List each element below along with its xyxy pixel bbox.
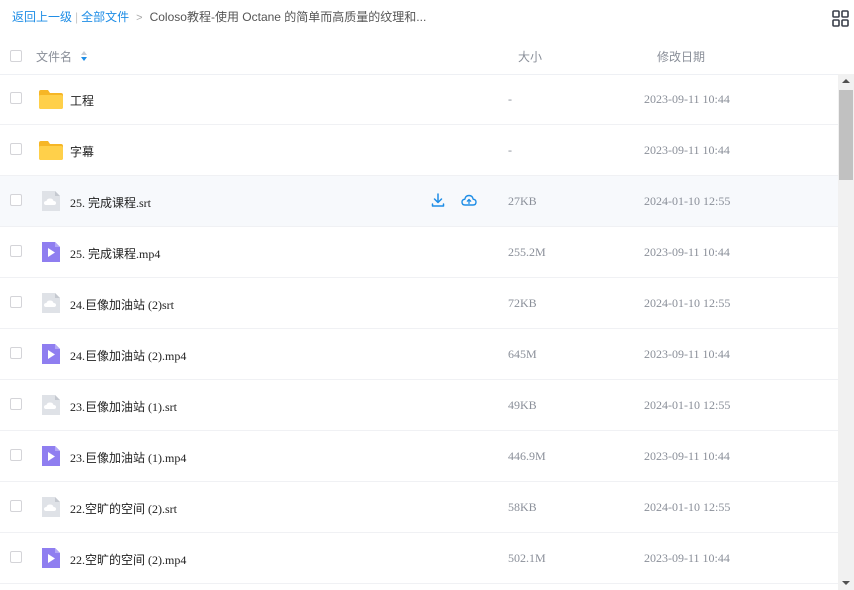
all-files-link[interactable]: 全部文件 [81,10,129,24]
file-modified-date: 2023-09-11 10:44 [644,143,730,157]
row-checkbox[interactable] [10,449,22,461]
file-name[interactable]: 23.巨像加油站 (1).srt [70,398,177,415]
column-header-size[interactable]: 大小 [518,48,542,65]
file-name[interactable]: 22.空旷的空间 (2).srt [70,500,177,517]
video-file-icon [38,342,64,366]
current-folder-title: Coloso教程-使用 Octane 的简单而高质量的纹理和... [149,10,427,24]
file-name[interactable]: 25. 完成课程.srt [70,194,151,211]
cloud-file-icon [38,495,64,519]
file-modified-date: 2024-01-10 12:55 [644,398,731,412]
file-row[interactable]: 22.空旷的空间 (2).srt 58KB 2024-01-10 12:55 [0,482,838,533]
list-header: 文件名 大小 修改日期 [0,34,838,75]
grid-view-icon[interactable] [832,10,849,27]
file-name[interactable]: 工程 [70,92,94,109]
file-size: 58KB [508,500,537,514]
folder-icon [38,138,64,162]
breadcrumb: 返回上一级 | 全部文件 > Coloso教程-使用 Octane 的简单而高质量的纹理… [12,10,426,25]
row-checkbox[interactable] [10,500,22,512]
cloud-file-icon [38,393,64,417]
row-checkbox[interactable] [10,194,22,206]
video-file-icon [38,444,64,468]
video-file-icon [38,546,64,570]
file-row[interactable]: 25. 完成课程.srt 27KB 2024-01-10 12:55 [0,176,838,227]
file-row[interactable]: 字幕 - 2023-09-11 10:44 [0,125,838,176]
column-header-date[interactable]: 修改日期 [657,48,705,65]
column-header-name[interactable]: 文件名 [36,48,72,65]
top-bar: 返回上一级 | 全部文件 > Coloso教程-使用 Octane 的简单而高质量的纹理… [0,0,854,34]
file-modified-date: 2024-01-10 12:55 [644,194,731,208]
file-name[interactable]: 25. 完成课程.mp4 [70,245,160,262]
row-checkbox[interactable] [10,143,22,155]
file-size: - [508,143,512,157]
scrollbar-thumb[interactable] [839,90,853,180]
file-modified-date: 2023-09-11 10:44 [644,245,730,259]
cloud-file-icon [38,189,64,213]
download-icon[interactable] [430,192,446,208]
file-list: 工程 -2023-09-11 10:44 字幕 -2023-09-11 10:44 25… [0,74,838,584]
row-checkbox[interactable] [10,347,22,359]
file-modified-date: 2023-09-11 10:44 [644,347,730,361]
file-size: 645M [508,347,537,361]
cloud-file-icon [38,291,64,315]
scroll-down-arrow-icon[interactable] [838,576,854,590]
row-checkbox[interactable] [10,92,22,104]
file-size: 502.1M [508,551,546,565]
back-link[interactable]: 返回上一级 [12,10,72,24]
file-row[interactable]: 22.空旷的空间 (2).mp4 502.1M 2023-09-11 10:44 [0,533,838,584]
file-size: - [508,92,512,106]
video-file-icon [38,240,64,264]
breadcrumb-chevron-icon: > [136,12,143,24]
file-size: 27KB [508,194,537,208]
vertical-scrollbar[interactable] [838,74,854,590]
file-size: 255.2M [508,245,546,259]
scroll-up-arrow-icon[interactable] [838,74,854,88]
row-checkbox[interactable] [10,551,22,563]
folder-icon [38,87,64,111]
file-modified-date: 2023-09-11 10:44 [644,449,730,463]
file-name[interactable]: 24.巨像加油站 (2).mp4 [70,347,186,364]
file-row[interactable]: 25. 完成课程.mp4 255.2M 2023-09-11 10:44 [0,227,838,278]
file-size: 49KB [508,398,537,412]
file-modified-date: 2023-09-11 10:44 [644,92,730,106]
file-row[interactable]: 工程 - 2023-09-11 10:44 [0,74,838,125]
row-checkbox[interactable] [10,296,22,308]
cloud-save-icon[interactable] [461,192,477,208]
sort-icon[interactable] [80,50,88,62]
file-row[interactable]: 24.巨像加油站 (2)srt 72KB 2024-01-10 12:55 [0,278,838,329]
file-name[interactable]: 字幕 [70,143,94,160]
file-row[interactable]: 23.巨像加油站 (1).mp4 446.9M 2023-09-11 10:44 [0,431,838,482]
file-name[interactable]: 23.巨像加油站 (1).mp4 [70,449,186,466]
file-name[interactable]: 22.空旷的空间 (2).mp4 [70,551,186,568]
file-name[interactable]: 24.巨像加油站 (2)srt [70,296,174,313]
file-row[interactable]: 24.巨像加油站 (2).mp4 645M 2023-09-11 10:44 [0,329,838,380]
file-size: 72KB [508,296,537,310]
file-modified-date: 2024-01-10 12:55 [644,296,731,310]
file-size: 446.9M [508,449,546,463]
row-checkbox[interactable] [10,245,22,257]
breadcrumb-divider: | [75,10,79,24]
file-row[interactable]: 23.巨像加油站 (1).srt 49KB 2024-01-10 12:55 [0,380,838,431]
file-modified-date: 2024-01-10 12:55 [644,500,731,514]
row-checkbox[interactable] [10,398,22,410]
select-all-checkbox[interactable] [10,50,22,62]
file-modified-date: 2023-09-11 10:44 [644,551,730,565]
